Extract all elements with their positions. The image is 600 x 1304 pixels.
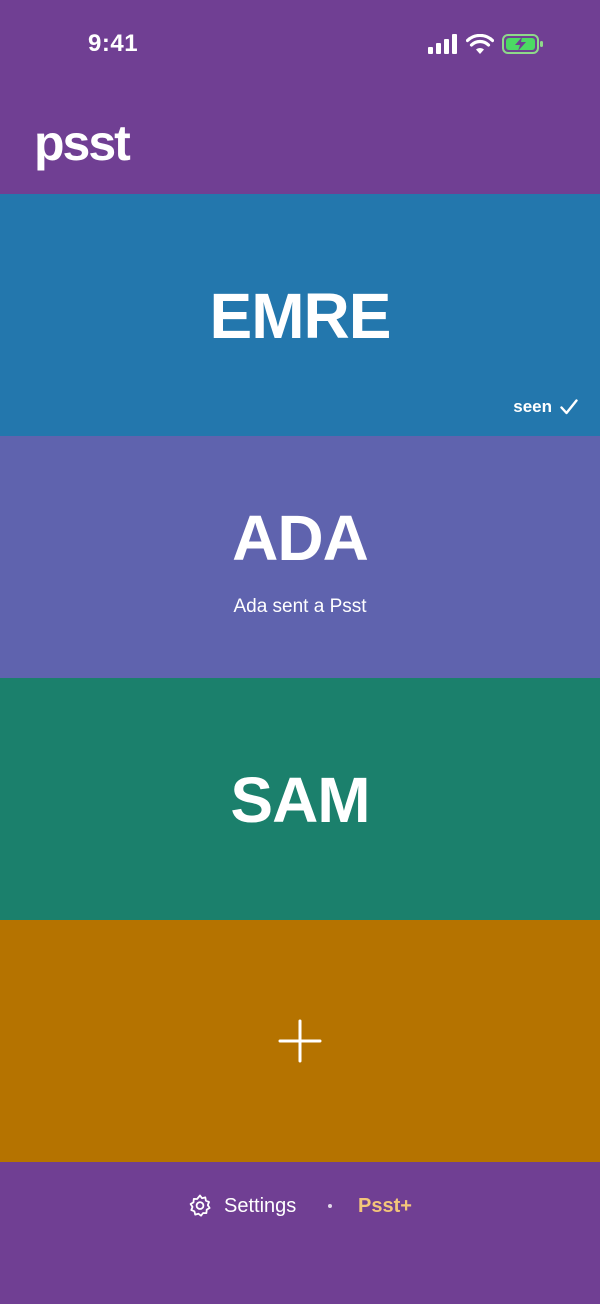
status-time: 9:41 xyxy=(88,30,139,57)
psst-plus-link[interactable]: Psst+ xyxy=(358,1195,412,1218)
contact-name: SAM xyxy=(230,764,370,836)
app-header: psst xyxy=(0,90,600,194)
settings-button[interactable]: Settings xyxy=(188,1194,296,1218)
bottom-bar: Settings Psst+ xyxy=(0,1162,600,1304)
checkmark-icon xyxy=(560,399,578,415)
plus-icon[interactable] xyxy=(278,1019,322,1063)
battery-charging-icon xyxy=(502,34,543,54)
contact-name: EMRE xyxy=(209,280,392,352)
status-icons xyxy=(428,32,544,56)
app-title: psst xyxy=(34,115,131,171)
settings-label: Settings xyxy=(224,1194,297,1217)
separator-dot xyxy=(328,1204,332,1208)
gear-icon xyxy=(189,1194,211,1217)
contact-tile-ada[interactable]: ADA Ada sent a Psst xyxy=(0,436,600,678)
contact-subtitle: Ada sent a Psst xyxy=(233,596,367,617)
contact-tile-sam[interactable]: SAM xyxy=(0,678,600,920)
status-bar: 9:41 xyxy=(0,0,600,90)
contact-name: ADA xyxy=(232,502,369,574)
seen-status: seen xyxy=(513,397,578,417)
contact-tile-emre[interactable]: EMRE seen xyxy=(0,194,600,436)
wifi-icon xyxy=(466,34,494,54)
seen-label: seen xyxy=(513,397,552,416)
signal-icon xyxy=(428,34,457,54)
